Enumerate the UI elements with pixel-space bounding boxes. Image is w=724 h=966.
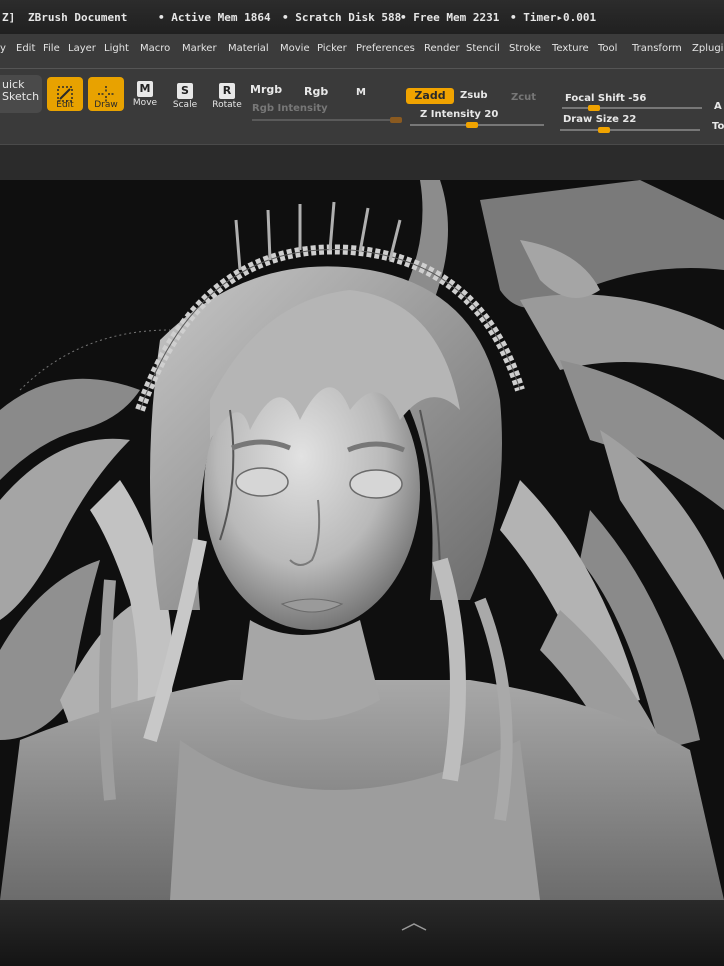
menu-item-edit[interactable]: Edit [16, 43, 35, 54]
menu-item-render[interactable]: Render [424, 43, 460, 54]
menu-item-preferences[interactable]: Preferences [356, 43, 415, 54]
right-panel-to[interactable]: To [712, 121, 724, 132]
menu-item-transform[interactable]: Transform [632, 43, 682, 54]
draw-label: Draw [94, 100, 118, 110]
canvas-top-bar [0, 144, 724, 181]
right-panel-a[interactable]: A [714, 101, 722, 112]
draw-size-knob[interactable] [598, 127, 610, 133]
rgb-intensity-slider[interactable]: Rgb Intensity [252, 103, 328, 114]
menu-item-stencil[interactable]: Stencil [466, 43, 500, 54]
app-icon: Z] [2, 11, 16, 24]
scale-icon: S [177, 83, 193, 99]
active-mem: • Active Mem 1864 [158, 11, 271, 24]
zadd-button[interactable]: Zadd [406, 88, 454, 104]
menu-item-layer[interactable]: Layer [68, 43, 96, 54]
menu-item-macro[interactable]: Macro [140, 43, 170, 54]
mrgb-button[interactable]: Mrgb [250, 83, 282, 96]
rgb-intensity-track [252, 119, 402, 121]
menu-item-marker[interactable]: Marker [182, 43, 217, 54]
quick-sketch-label: uick Sketch [2, 78, 40, 103]
focal-shift-slider[interactable]: Focal Shift -56 [565, 93, 646, 104]
free-mem: • Free Mem 2231 [400, 11, 500, 24]
menu-item-material[interactable]: Material [228, 43, 269, 54]
menu-item-picker[interactable]: Picker [317, 43, 347, 54]
draw-size-track [560, 129, 700, 131]
menu-item-texture[interactable]: Texture [552, 43, 589, 54]
rotate-icon: R [219, 83, 235, 99]
draw-button[interactable]: Draw [87, 77, 125, 111]
move-label: Move [132, 98, 158, 108]
draw-size-slider[interactable]: Draw Size 22 [563, 114, 636, 125]
edit-label: Edit [56, 100, 74, 110]
scratch-disk: • Scratch Disk 588 [282, 11, 402, 24]
rotate-label: Rotate [212, 100, 242, 110]
collapse-arrow-icon[interactable] [400, 922, 428, 932]
menu-item-movie[interactable]: Movie [280, 43, 310, 54]
menu-item-file[interactable]: File [43, 43, 60, 54]
document-title: ZBrush Document [28, 11, 128, 24]
menu-item-light[interactable]: Light [104, 43, 129, 54]
timer: • Timer▸0.001 [510, 11, 597, 24]
move-button[interactable]: M Move [128, 81, 162, 108]
focal-shift-knob[interactable] [588, 105, 600, 111]
focal-shift-track [562, 107, 702, 109]
zcut-button[interactable]: Zcut [511, 92, 536, 103]
tool-shelf: uick Sketch Edit Draw M Move S Scale R R… [0, 69, 724, 144]
menu-item-stroke[interactable]: Stroke [509, 43, 541, 54]
menu-item-zplugin[interactable]: Zplugin [692, 43, 724, 54]
bottom-bar [0, 900, 724, 966]
z-intensity-knob[interactable] [466, 122, 478, 128]
m-button[interactable]: M [356, 87, 366, 98]
scale-button[interactable]: S Scale [168, 83, 202, 110]
move-icon: M [137, 81, 153, 97]
rgb-intensity-knob[interactable] [390, 117, 402, 123]
menu-item-partial[interactable]: y [0, 43, 6, 54]
menu-item-tool[interactable]: Tool [598, 43, 617, 54]
rotate-button[interactable]: R Rotate [209, 83, 245, 110]
edit-button[interactable]: Edit [46, 77, 84, 111]
document-canvas[interactable] [0, 180, 724, 900]
zsub-button[interactable]: Zsub [460, 90, 487, 101]
menu-bar: y Edit File Layer Light Macro Marker Mat… [0, 34, 724, 69]
rgb-button[interactable]: Rgb [304, 85, 328, 98]
scale-label: Scale [172, 100, 198, 110]
sculpt-render [0, 180, 724, 900]
z-intensity-slider[interactable]: Z Intensity 20 [420, 109, 498, 120]
quick-sketch-button[interactable]: uick Sketch [0, 75, 42, 113]
title-bar: Z] ZBrush Document • Active Mem 1864 • S… [0, 0, 724, 34]
